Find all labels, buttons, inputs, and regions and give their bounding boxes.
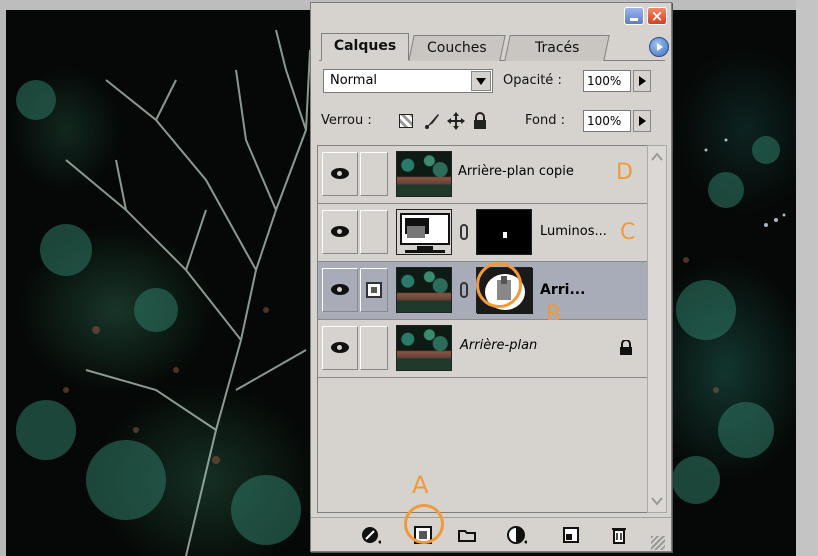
opacity-slider-arrow-icon[interactable] [633, 70, 651, 92]
tab-calques[interactable]: Calques [321, 33, 409, 61]
lock-label: Verrou : [321, 113, 372, 128]
adjustment-thumbnail [396, 209, 452, 255]
scroll-up-icon[interactable] [650, 150, 664, 164]
tab-couches-label: Couches [427, 40, 487, 56]
blend-row: Normal Opacité : 100% [319, 67, 665, 97]
palette-tabs: Calques Couches Tracés [319, 33, 669, 61]
annotation-circle-a [404, 504, 444, 544]
visibility-toggle[interactable] [322, 210, 358, 254]
trash-icon[interactable] [609, 525, 629, 545]
annotation-label-a: A [412, 471, 429, 499]
visibility-toggle[interactable] [322, 152, 358, 196]
resize-grip-icon[interactable] [651, 536, 665, 550]
eye-icon [331, 168, 349, 179]
layer-thumbnail [396, 267, 452, 313]
fill-slider-arrow-icon[interactable] [633, 110, 651, 132]
stage: × Calques Couches Tracés Normal Opacité … [0, 0, 818, 556]
tab-traces-label: Tracés [534, 40, 580, 56]
layers-list: Arrière-plan copie D Luminos... C Arri..… [317, 145, 648, 513]
layer-thumbnail [396, 325, 452, 371]
palette-titlebar[interactable]: × [311, 3, 671, 29]
opacity-input[interactable]: 100% [583, 70, 631, 92]
layer-row[interactable]: Luminos... C [318, 204, 648, 262]
visibility-toggle[interactable] [322, 326, 358, 370]
layer-name: Luminos... [540, 224, 607, 239]
chain-link-icon[interactable] [460, 224, 468, 240]
blend-mode-value: Normal [330, 73, 378, 88]
lock-row: Verrou : Fond : 100% [319, 107, 665, 137]
layer-style-icon[interactable] [361, 525, 381, 545]
annotation-label: C [620, 220, 636, 245]
lock-icon [618, 339, 634, 360]
palette-bottom-bar [311, 517, 671, 551]
mask-edit-icon [366, 282, 382, 298]
eye-icon [331, 284, 349, 295]
layer-name: Arrière-plan [460, 338, 538, 353]
adjustment-layer-icon[interactable] [507, 525, 527, 545]
link-cell[interactable] [360, 210, 388, 254]
layer-name: Arri... [540, 282, 586, 298]
lock-move-icon[interactable] [447, 112, 465, 130]
link-cell[interactable] [360, 152, 388, 196]
fill-input[interactable]: 100% [583, 110, 631, 132]
tab-traces[interactable]: Tracés [504, 35, 610, 61]
layers-scrollbar[interactable] [647, 145, 667, 513]
layer-name: Arrière-plan copie [458, 164, 574, 179]
opacity-label: Opacité : [503, 73, 562, 88]
new-layer-icon[interactable] [561, 525, 581, 545]
right-strip [796, 0, 818, 556]
eye-icon [331, 342, 349, 353]
mask-thumbnail [476, 209, 532, 255]
lock-all-icon[interactable] [471, 112, 489, 130]
blend-mode-select[interactable]: Normal [323, 69, 493, 93]
new-set-icon[interactable] [457, 525, 477, 545]
lock-brush-icon[interactable] [423, 112, 441, 130]
tab-calques-label: Calques [333, 38, 397, 54]
palette-menu-arrow-icon[interactable] [649, 37, 669, 57]
tab-couches[interactable]: Couches [408, 35, 506, 61]
chain-link-icon[interactable] [460, 282, 468, 298]
chevron-down-icon[interactable] [471, 71, 491, 91]
close-button[interactable]: × [647, 7, 667, 25]
lock-transparent-icon[interactable] [399, 114, 413, 128]
layer-row[interactable]: Arrière-plan copie D [318, 146, 648, 204]
eye-icon [331, 226, 349, 237]
visibility-toggle[interactable] [322, 268, 358, 312]
fill-label: Fond : [525, 113, 565, 128]
annotation-label: D [616, 160, 633, 185]
layer-row[interactable]: Arrière-plan [318, 320, 648, 378]
link-cell[interactable] [360, 326, 388, 370]
scroll-down-icon[interactable] [650, 494, 664, 508]
minimize-button[interactable] [624, 7, 644, 25]
layer-thumbnail [396, 151, 452, 197]
annotation-circle-b [476, 262, 522, 308]
link-cell[interactable] [360, 268, 388, 312]
